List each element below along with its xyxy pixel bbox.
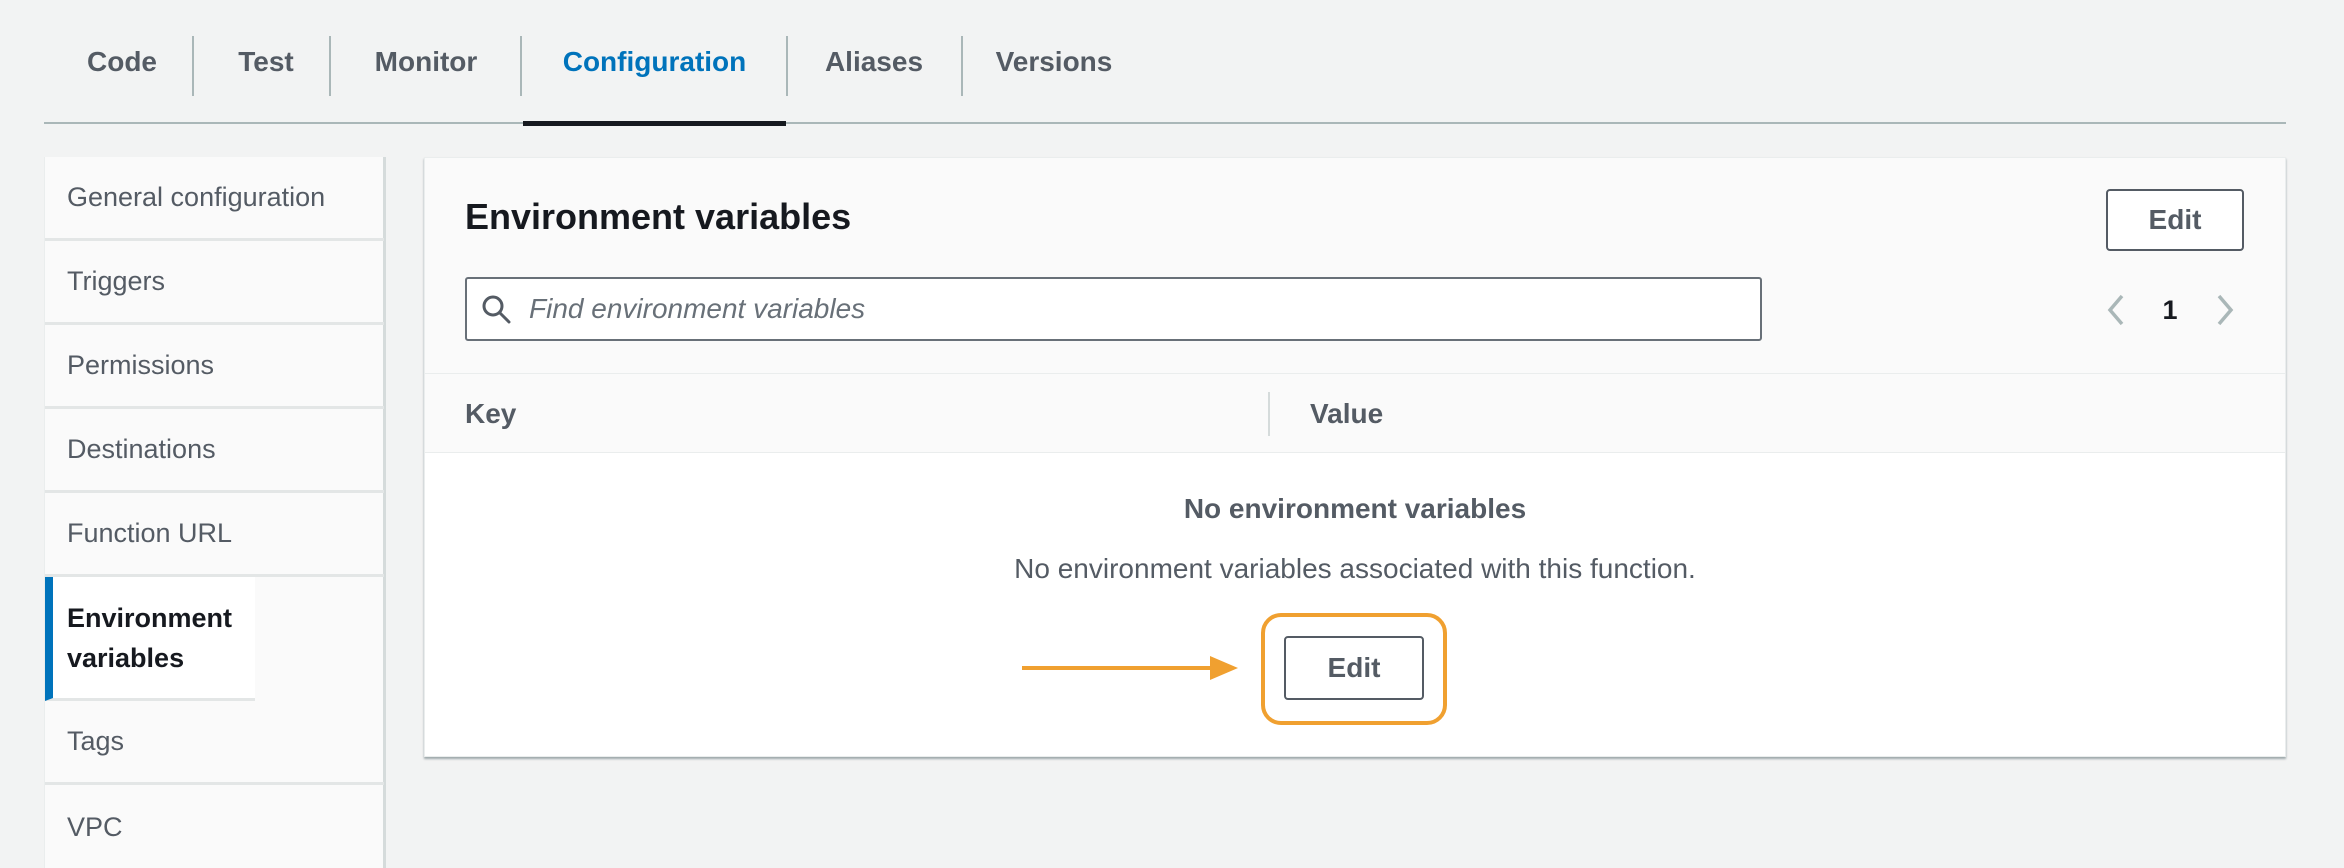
tab-bar: Code Test Monitor Configuration Aliases … xyxy=(44,0,2286,126)
tab-monitor[interactable]: Monitor xyxy=(356,0,496,124)
empty-state-title: No environment variables xyxy=(1183,493,1527,524)
panel-title: Environment variables xyxy=(465,196,852,237)
edit-button[interactable]: Edit xyxy=(2106,189,2244,251)
empty-state-description: No environment variables associated with… xyxy=(1014,553,1696,584)
chevron-right-icon xyxy=(2217,294,2234,326)
pagination-page-number[interactable]: 1 xyxy=(2155,282,2185,338)
sidebar-item-general-configuration[interactable]: General configuration xyxy=(45,157,384,241)
tab-divider xyxy=(961,36,963,96)
sidebar-item-permissions[interactable]: Permissions xyxy=(45,325,384,409)
chevron-left-icon xyxy=(2107,294,2124,326)
environment-variables-panel: Environment variables Edit 1 Key Value N… xyxy=(424,157,2286,757)
tab-divider xyxy=(192,36,194,96)
annotation-arrow-icon xyxy=(1022,656,1238,680)
tab-test[interactable]: Test xyxy=(216,0,316,124)
search-field[interactable] xyxy=(465,277,1762,341)
pagination-next-button[interactable] xyxy=(2210,282,2240,338)
column-header-key[interactable]: Key xyxy=(465,374,516,454)
sidebar-item-vpc[interactable]: VPC xyxy=(45,785,384,868)
empty-state-edit-button[interactable]: Edit xyxy=(1284,636,1424,700)
column-header-value[interactable]: Value xyxy=(1310,374,1383,454)
sidebar-item-function-url[interactable]: Function URL xyxy=(45,493,384,577)
search-input[interactable] xyxy=(529,293,1729,325)
tab-versions[interactable]: Versions xyxy=(994,0,1114,124)
sidebar-item-destinations[interactable]: Destinations xyxy=(45,409,384,493)
sidebar-item-environment-variables[interactable]: Environment variables xyxy=(45,577,255,701)
pagination-previous-button[interactable] xyxy=(2101,282,2131,338)
tab-divider xyxy=(329,36,331,96)
column-divider[interactable] xyxy=(1268,392,1270,436)
tab-divider xyxy=(520,36,522,96)
tab-configuration[interactable]: Configuration xyxy=(523,0,786,126)
table-header: Key Value xyxy=(425,373,2285,453)
search-icon xyxy=(482,295,511,324)
tab-aliases[interactable]: Aliases xyxy=(814,0,934,124)
tab-code[interactable]: Code xyxy=(80,0,164,124)
sidebar-item-tags[interactable]: Tags xyxy=(45,701,384,785)
tab-divider xyxy=(786,36,788,96)
table-body: No environment variables No environment … xyxy=(425,453,2285,756)
sidebar-item-triggers[interactable]: Triggers xyxy=(45,241,384,325)
configuration-sidebar: General configuration Triggers Permissio… xyxy=(44,157,386,868)
